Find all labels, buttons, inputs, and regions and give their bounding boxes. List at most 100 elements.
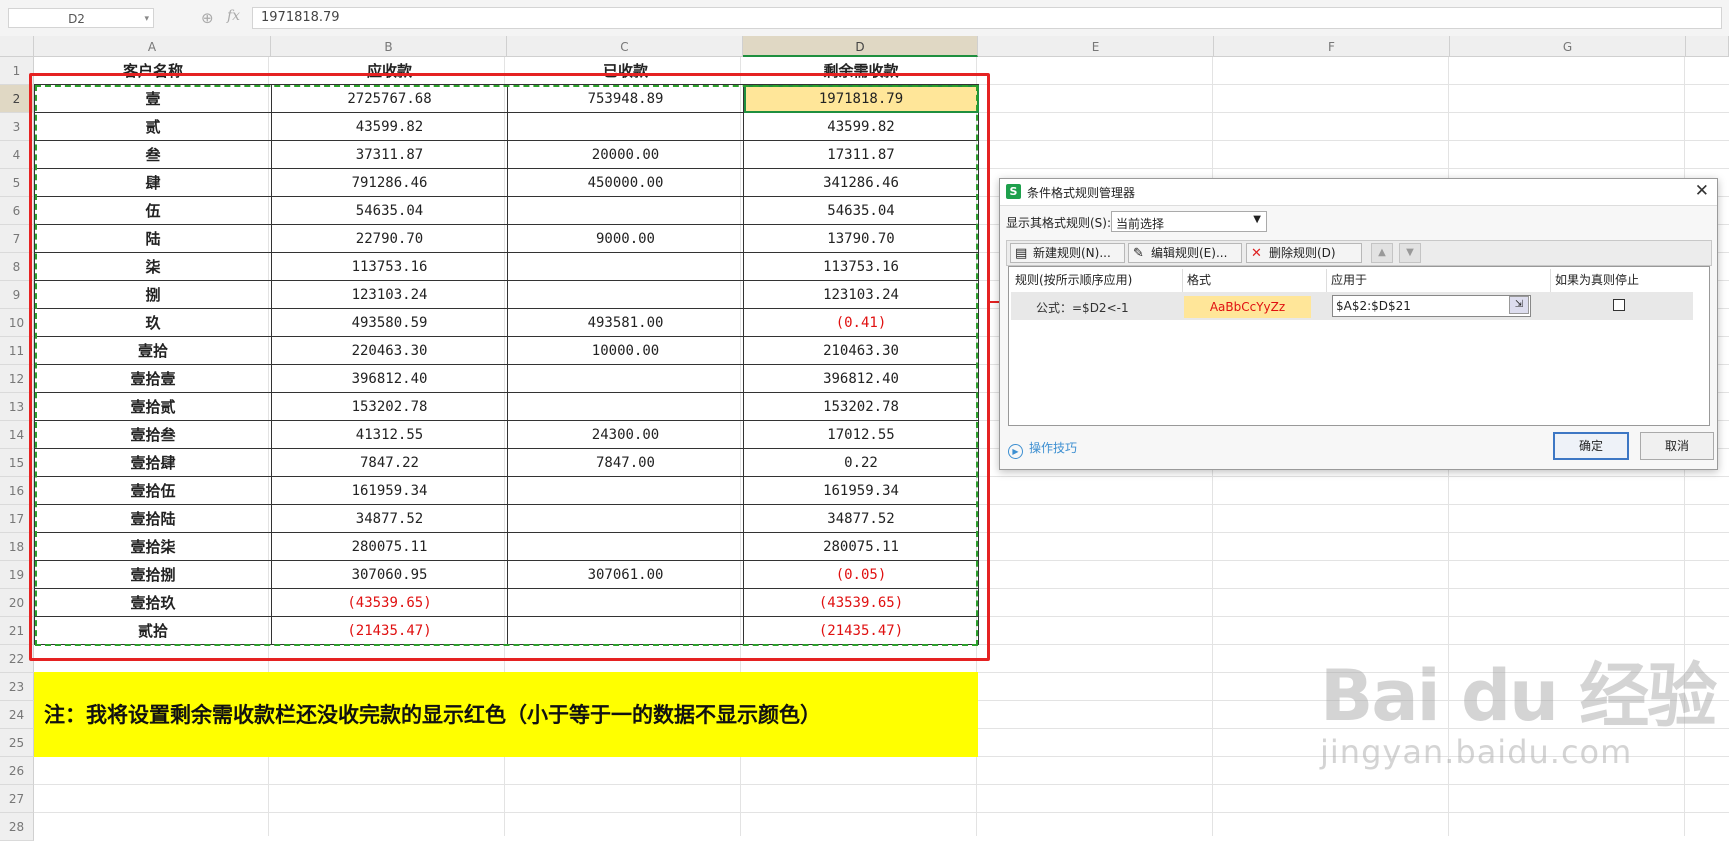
new-rule-button[interactable]: ▤ 新建规则(N)... — [1010, 243, 1125, 263]
row-header[interactable]: 15 — [0, 449, 34, 477]
amount-cell[interactable]: 9000.00 — [507, 224, 744, 253]
customer-name-cell[interactable]: 壹拾贰 — [34, 392, 272, 421]
amount-cell[interactable]: 123103.24 — [271, 280, 508, 309]
column-header-f[interactable]: F — [1214, 36, 1450, 57]
amount-cell[interactable] — [507, 588, 744, 617]
amount-cell[interactable]: 54635.04 — [743, 196, 979, 225]
column-header-extra[interactable] — [1686, 36, 1729, 57]
amount-cell[interactable]: 161959.34 — [271, 476, 508, 505]
row-header[interactable]: 4 — [0, 141, 34, 169]
amount-cell[interactable]: 341286.46 — [743, 168, 979, 197]
customer-name-cell[interactable]: 壹 — [34, 84, 272, 113]
amount-cell[interactable]: 17012.55 — [743, 420, 979, 449]
amount-cell[interactable] — [507, 392, 744, 421]
column-title[interactable]: 应收款 — [271, 57, 508, 85]
amount-cell[interactable]: 161959.34 — [743, 476, 979, 505]
customer-name-cell[interactable]: 壹拾 — [34, 336, 272, 365]
formula-input[interactable]: 1971818.79 — [252, 7, 1722, 29]
amount-cell[interactable]: 493581.00 — [507, 308, 744, 337]
select-all-corner[interactable] — [0, 36, 34, 57]
column-header-d[interactable]: D — [743, 36, 978, 57]
amount-cell[interactable] — [507, 504, 744, 533]
amount-cell[interactable]: 450000.00 — [507, 168, 744, 197]
zoom-icon[interactable]: ⊕ — [201, 9, 214, 27]
row-header[interactable]: 20 — [0, 589, 34, 617]
customer-name-cell[interactable]: 捌 — [34, 280, 272, 309]
customer-name-cell[interactable]: 玖 — [34, 308, 272, 337]
row-header[interactable]: 22 — [0, 645, 34, 673]
amount-cell[interactable]: 37311.87 — [271, 140, 508, 169]
close-icon[interactable]: ✕ — [1695, 181, 1709, 201]
column-header-c[interactable]: C — [507, 36, 743, 57]
row-header[interactable]: 3 — [0, 113, 34, 141]
range-picker-icon[interactable]: ⇲ — [1509, 296, 1529, 314]
column-header-a[interactable]: A — [34, 36, 271, 57]
column-header-g[interactable]: G — [1450, 36, 1686, 57]
amount-cell[interactable]: 113753.16 — [743, 252, 979, 281]
amount-cell[interactable]: 280075.11 — [743, 532, 979, 561]
amount-cell[interactable]: 123103.24 — [743, 280, 979, 309]
amount-cell[interactable]: 24300.00 — [507, 420, 744, 449]
customer-name-cell[interactable]: 柒 — [34, 252, 272, 281]
customer-name-cell[interactable]: 壹拾伍 — [34, 476, 272, 505]
column-title[interactable]: 已收款 — [507, 57, 744, 85]
row-header[interactable]: 26 — [0, 757, 34, 785]
amount-cell[interactable]: 43599.82 — [743, 112, 979, 141]
amount-cell[interactable]: 307061.00 — [507, 560, 744, 589]
customer-name-cell[interactable]: 叁 — [34, 140, 272, 169]
row-header[interactable]: 19 — [0, 561, 34, 589]
amount-cell[interactable]: 20000.00 — [507, 140, 744, 169]
amount-cell[interactable] — [507, 532, 744, 561]
amount-cell[interactable]: 396812.40 — [271, 364, 508, 393]
delete-rule-button[interactable]: ✕ 删除规则(D) — [1246, 243, 1362, 263]
row-header[interactable]: 23 — [0, 673, 34, 701]
row-header[interactable]: 1 — [0, 57, 34, 85]
row-header[interactable]: 16 — [0, 477, 34, 505]
show-rules-select[interactable]: 当前选择 ▼ — [1111, 211, 1267, 232]
amount-cell[interactable] — [507, 252, 744, 281]
amount-cell[interactable] — [507, 616, 744, 645]
amount-cell[interactable]: 493580.59 — [271, 308, 508, 337]
row-header[interactable]: 21 — [0, 617, 34, 645]
row-header[interactable]: 9 — [0, 281, 34, 309]
amount-cell[interactable]: 7847.00 — [507, 448, 744, 477]
customer-name-cell[interactable]: 贰拾 — [34, 616, 272, 645]
amount-cell[interactable] — [507, 364, 744, 393]
amount-cell[interactable]: (43539.65) — [743, 588, 979, 617]
row-header[interactable]: 27 — [0, 785, 34, 813]
edit-rule-button[interactable]: ✎ 编辑规则(E)... — [1128, 243, 1242, 263]
stop-if-true-checkbox[interactable] — [1613, 299, 1625, 311]
customer-name-cell[interactable]: 陆 — [34, 224, 272, 253]
customer-name-cell[interactable]: 壹拾捌 — [34, 560, 272, 589]
row-header[interactable]: 14 — [0, 421, 34, 449]
column-header-e[interactable]: E — [978, 36, 1214, 57]
column-header-b[interactable]: B — [271, 36, 507, 57]
row-header[interactable]: 8 — [0, 253, 34, 281]
name-box[interactable]: D2 ▾ — [8, 8, 154, 28]
row-header[interactable]: 5 — [0, 169, 34, 197]
amount-cell[interactable]: 7847.22 — [271, 448, 508, 477]
amount-cell[interactable] — [507, 196, 744, 225]
customer-name-cell[interactable]: 壹拾陆 — [34, 504, 272, 533]
row-header[interactable]: 6 — [0, 197, 34, 225]
row-header[interactable]: 28 — [0, 813, 34, 841]
amount-cell[interactable]: 43599.82 — [271, 112, 508, 141]
amount-cell[interactable]: 113753.16 — [271, 252, 508, 281]
amount-cell[interactable]: 2725767.68 — [271, 84, 508, 113]
amount-cell[interactable]: 220463.30 — [271, 336, 508, 365]
amount-cell[interactable] — [507, 280, 744, 309]
amount-cell[interactable]: 34877.52 — [743, 504, 979, 533]
ok-button[interactable]: 确定 — [1553, 432, 1629, 460]
amount-cell[interactable] — [507, 112, 744, 141]
dialog-titlebar[interactable]: S 条件格式规则管理器 ✕ — [1000, 179, 1717, 206]
amount-cell[interactable]: 153202.78 — [743, 392, 979, 421]
row-header[interactable]: 12 — [0, 365, 34, 393]
row-header[interactable]: 7 — [0, 225, 34, 253]
chevron-down-icon[interactable]: ▾ — [144, 9, 149, 29]
column-title[interactable]: 剩余需收款 — [743, 57, 979, 85]
customer-name-cell[interactable]: 壹拾肆 — [34, 448, 272, 477]
row-header[interactable]: 2 — [0, 85, 34, 113]
row-header[interactable]: 24 — [0, 701, 34, 729]
amount-cell[interactable]: 22790.70 — [271, 224, 508, 253]
amount-cell[interactable]: (0.05) — [743, 560, 979, 589]
